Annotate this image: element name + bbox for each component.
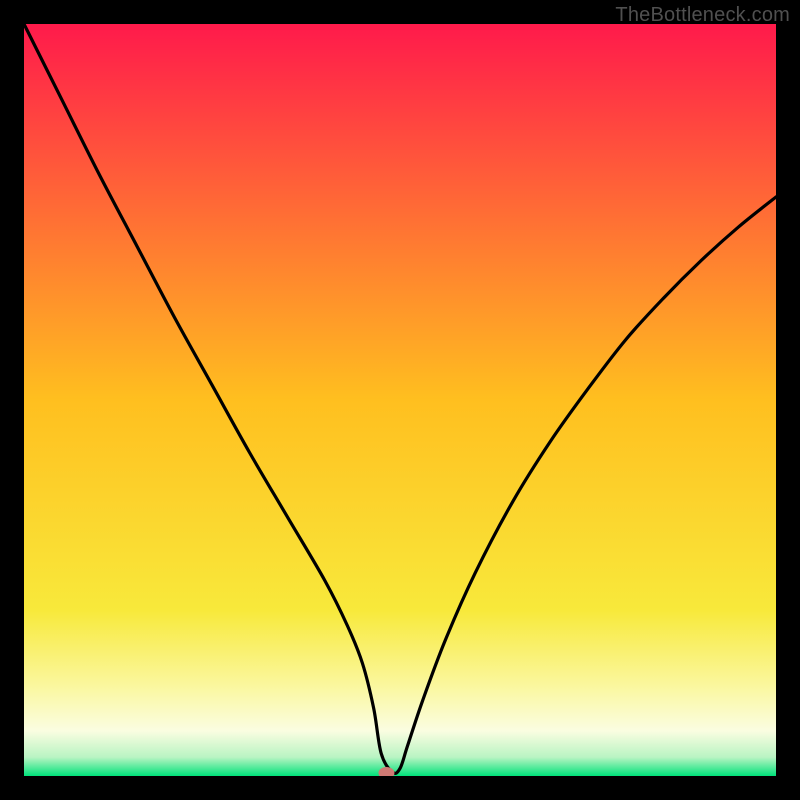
chart-svg <box>24 24 776 776</box>
chart-frame: TheBottleneck.com <box>0 0 800 800</box>
watermark-text: TheBottleneck.com <box>615 4 790 27</box>
plot-area <box>24 24 776 776</box>
gradient-background <box>24 24 776 776</box>
